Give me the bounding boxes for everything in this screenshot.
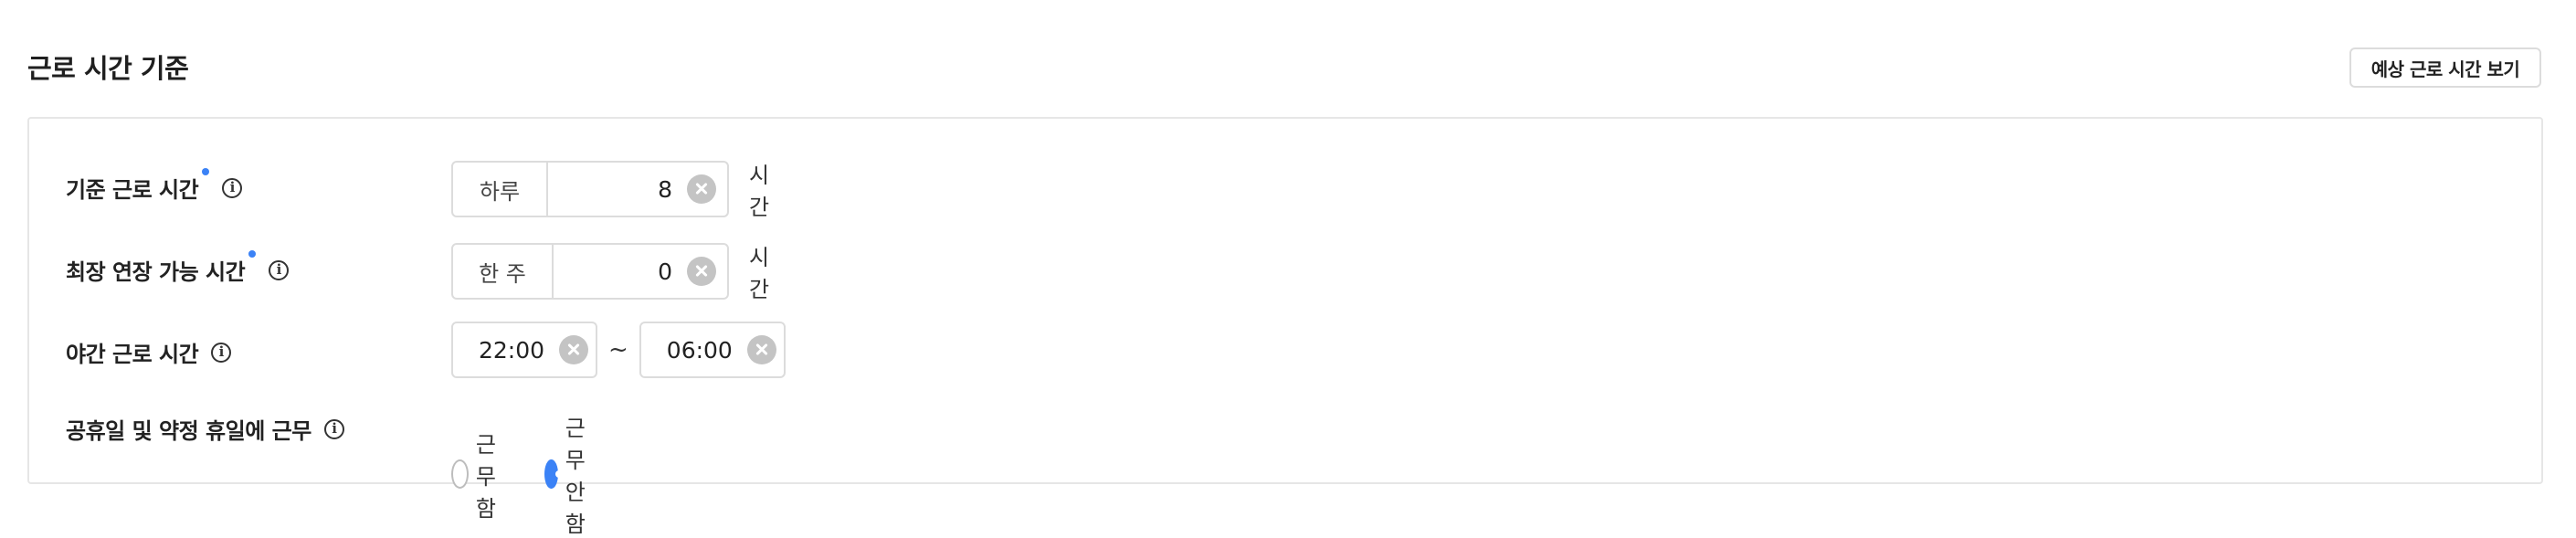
clear-icon[interactable]	[746, 335, 776, 364]
radio-unchecked[interactable]	[451, 459, 469, 489]
standard-hours-prefix: 하루	[453, 163, 548, 216]
required-dot-icon	[248, 250, 257, 258]
holiday-work-label: 공휴일 및 약정 휴일에 근무	[66, 418, 311, 444]
night-end-value: 06:00	[666, 336, 733, 364]
night-start-value: 22:00	[479, 336, 545, 364]
standard-hours-label-group: 기준 근로 시간 i	[66, 168, 243, 204]
max-extension-unit: 시간	[749, 245, 770, 302]
max-extension-prefix: 한 주	[453, 245, 554, 298]
radio-label-work: 근무함	[475, 431, 496, 522]
max-extension-label-group: 최장 연장 가능 시간 i	[66, 250, 290, 286]
clear-icon[interactable]	[559, 335, 589, 364]
holiday-work-radio-group: 근무함 근무 안 함	[451, 410, 638, 538]
max-extension-label: 최장 연장 가능 시간	[66, 259, 246, 285]
time-range-separator: ~	[608, 336, 628, 364]
holiday-work-label-group: 공휴일 및 약정 휴일에 근무 i	[66, 413, 344, 445]
radio-checked[interactable]	[544, 459, 563, 489]
night-hours-label: 야간 근로 시간	[66, 342, 199, 367]
standard-hours-input-group: 하루 8	[451, 161, 729, 217]
radio-option-no-work[interactable]: 근무 안 함	[544, 410, 601, 538]
max-extension-input[interactable]: 0	[554, 245, 727, 298]
night-start-input[interactable]: 22:00	[451, 322, 597, 378]
standard-hours-field: 하루 8 시간	[451, 157, 769, 221]
standard-hours-value: 8	[658, 175, 672, 203]
night-end-input[interactable]: 06:00	[639, 322, 786, 378]
info-icon[interactable]: i	[269, 259, 290, 280]
night-hours-label-group: 야간 근로 시간 i	[66, 336, 232, 368]
night-hours-field: 22:00 ~ 06:00	[451, 322, 786, 378]
standard-hours-label: 기준 근로 시간	[66, 177, 199, 203]
clear-icon[interactable]	[687, 257, 716, 286]
standard-hours-input[interactable]: 8	[548, 163, 727, 216]
info-icon[interactable]: i	[222, 177, 243, 198]
radio-label-no-work: 근무 안 함	[565, 416, 586, 537]
clear-icon[interactable]	[687, 174, 716, 204]
required-dot-icon	[202, 168, 210, 175]
info-icon[interactable]: i	[323, 418, 344, 439]
standard-hours-unit: 시간	[749, 163, 770, 220]
work-hours-card: 기준 근로 시간 i 하루 8 시간 최장 연장 가능 시간 i 한 주 0 시…	[27, 117, 2543, 537]
radio-option-work[interactable]: 근무함	[451, 427, 508, 522]
section-title: 근로 시간 기준	[27, 53, 189, 84]
info-icon[interactable]: i	[211, 342, 232, 363]
max-extension-input-group: 한 주 0	[451, 243, 729, 300]
max-extension-value: 0	[658, 258, 672, 285]
preview-work-hours-button[interactable]: 예상 근로 시간 보기	[2349, 47, 2541, 88]
max-extension-field: 한 주 0 시간	[451, 239, 769, 303]
